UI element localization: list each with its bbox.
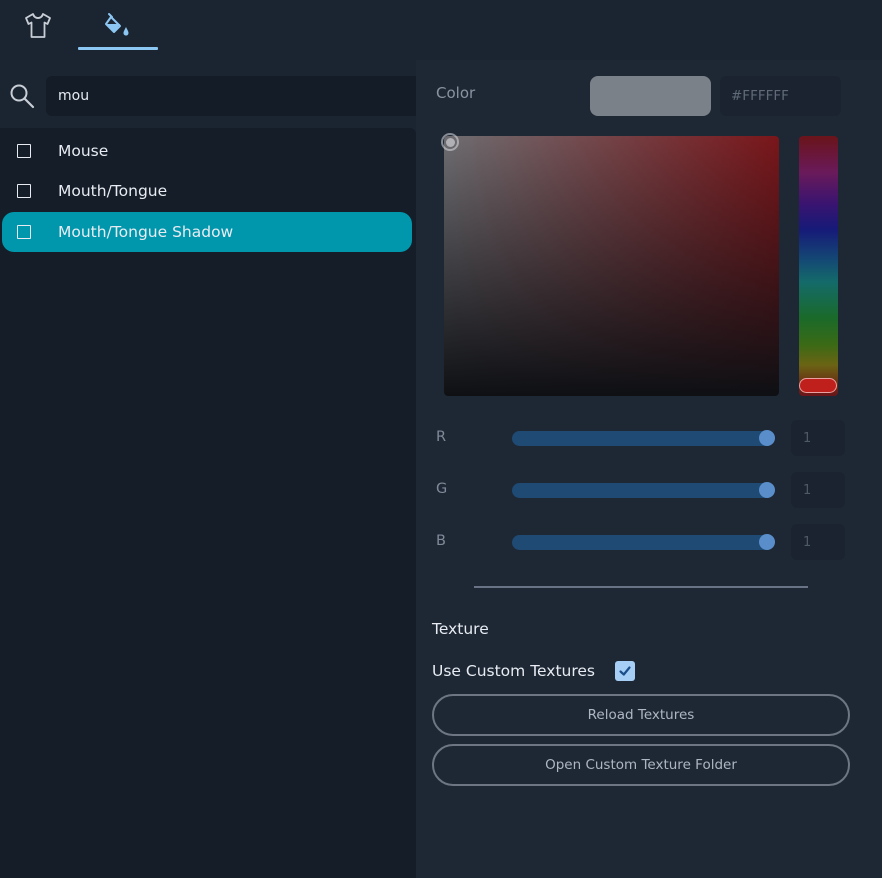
list-item[interactable]: Mouth/Tongue [2,171,412,211]
tab-bar [0,0,882,60]
checkbox[interactable] [17,144,31,158]
hue-slider[interactable] [799,136,838,396]
b-slider-knob[interactable] [759,534,775,550]
section-divider [474,586,808,588]
reload-textures-button[interactable]: Reload Textures [432,694,850,736]
r-label: R [436,429,447,445]
sv-picker-handle[interactable] [441,133,459,151]
texture-heading: Texture [432,620,489,638]
use-custom-textures-checkbox[interactable] [615,661,635,681]
open-texture-folder-button[interactable]: Open Custom Texture Folder [432,744,850,786]
r-value-input[interactable]: 1 [791,420,845,456]
checkbox[interactable] [17,184,31,198]
hue-slider-handle[interactable] [799,378,837,393]
g-slider-knob[interactable] [759,482,775,498]
material-list: Mouse Mouth/Tongue Mouth/Tongue Shadow [0,128,416,878]
active-tab-indicator [78,47,158,50]
checkmark-icon [619,666,631,676]
g-label: G [436,481,448,497]
g-value-input[interactable]: 1 [791,472,845,508]
list-item-label: Mouth/Tongue Shadow [58,223,234,241]
paint-bucket-icon [105,13,129,36]
search-input[interactable]: mou [46,76,416,116]
tab-clothing[interactable] [0,0,76,50]
search-icon [10,84,35,109]
shirt-icon [25,13,51,38]
list-item-label: Mouth/Tongue [58,182,168,200]
color-swatch[interactable] [590,76,711,116]
b-slider[interactable] [512,535,774,550]
hex-input[interactable]: #FFFFFF [720,76,841,116]
saturation-value-picker[interactable] [444,136,779,396]
b-value-input[interactable]: 1 [791,524,845,560]
b-label: B [436,533,446,549]
list-item-selected[interactable]: Mouth/Tongue Shadow [2,212,412,252]
list-item[interactable]: Mouse [2,131,412,171]
use-custom-textures-label: Use Custom Textures [432,662,596,680]
color-label: Color [436,84,476,102]
tab-colors[interactable] [78,0,158,50]
list-item-label: Mouse [58,142,109,160]
checkbox[interactable] [17,225,31,239]
r-slider[interactable] [512,431,774,446]
g-slider[interactable] [512,483,774,498]
r-slider-knob[interactable] [759,430,775,446]
